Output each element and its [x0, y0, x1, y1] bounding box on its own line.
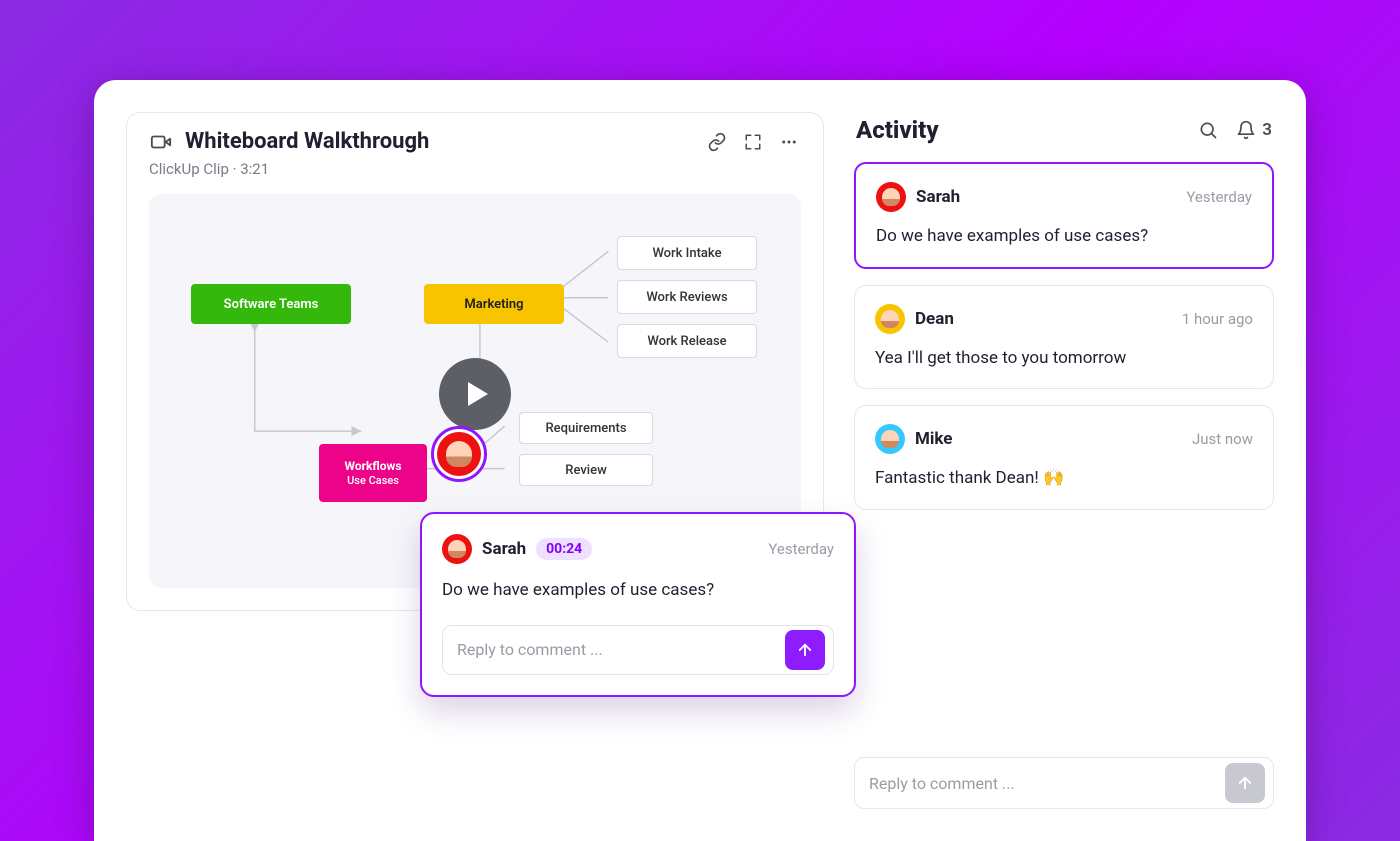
clip-column: Whiteboard Walkthrough ClickUp Clip · 3:…	[126, 112, 824, 809]
activity-item-body: Do we have examples of use cases?	[876, 224, 1252, 249]
comment-popup-header: Sarah 00:24 Yesterday	[442, 534, 834, 564]
activity-item[interactable]: Mike Just now Fantastic thank Dean! 🙌	[854, 405, 1274, 510]
play-button[interactable]	[439, 358, 511, 430]
activity-item-time: Yesterday	[1186, 188, 1252, 206]
activity-item-body: Fantastic thank Dean! 🙌	[875, 466, 1253, 491]
diagram-node-work-release: Work Release	[617, 324, 757, 358]
activity-item-header: Sarah Yesterday	[876, 182, 1252, 212]
expand-icon[interactable]	[741, 130, 765, 154]
avatar	[442, 534, 472, 564]
app-window: Whiteboard Walkthrough ClickUp Clip · 3:…	[94, 80, 1306, 841]
activity-title: Activity	[856, 116, 939, 144]
activity-item-time: 1 hour ago	[1182, 310, 1253, 328]
avatar	[876, 182, 906, 212]
diagram-node-marketing: Marketing	[424, 284, 564, 324]
comment-popup-name: Sarah	[482, 539, 526, 559]
more-icon[interactable]	[777, 130, 801, 154]
activity-item-name: Mike	[915, 429, 952, 449]
timestamp-pill[interactable]: 00:24	[536, 538, 592, 560]
diagram-node-review: Review	[519, 454, 653, 486]
activity-item-time: Just now	[1192, 430, 1253, 448]
activity-item[interactable]: Dean 1 hour ago Yea I'll get those to you …	[854, 285, 1274, 390]
diagram-node-workflows-sub: Use Cases	[347, 474, 399, 488]
comment-popup-time: Yesterday	[768, 540, 834, 558]
diagram-node-work-intake: Work Intake	[617, 236, 757, 270]
activity-item-header: Mike Just now	[875, 424, 1253, 454]
clip-title: Whiteboard Walkthrough	[185, 129, 429, 154]
diagram-node-workflows-title: Workflows	[345, 459, 402, 474]
diagram-node-work-reviews: Work Reviews	[617, 280, 757, 314]
clip-subtitle: ClickUp Clip · 3:21	[149, 160, 801, 178]
avatar	[875, 424, 905, 454]
activity-list: Sarah Yesterday Do we have examples of use…	[854, 162, 1274, 757]
comment-popup-reply-input[interactable]	[457, 640, 785, 659]
clip-title-row: Whiteboard Walkthrough	[149, 129, 801, 154]
search-icon[interactable]	[1196, 118, 1220, 142]
comment-popup: Sarah 00:24 Yesterday Do we have example…	[420, 512, 856, 697]
activity-panel: Activity 3 Sarah Yesterday Do we have exam…	[854, 112, 1274, 809]
send-button[interactable]	[1225, 763, 1265, 803]
send-button[interactable]	[785, 630, 825, 670]
activity-header: Activity 3	[854, 112, 1274, 162]
diagram-node-software-teams: Software Teams	[191, 284, 351, 324]
activity-reply-bar[interactable]	[854, 757, 1274, 809]
diagram-node-workflows: Workflows Use Cases	[319, 444, 427, 502]
link-icon[interactable]	[705, 130, 729, 154]
activity-item-name: Dean	[915, 309, 954, 329]
notifications-count: 3	[1262, 120, 1272, 140]
activity-item-header: Dean 1 hour ago	[875, 304, 1253, 334]
notifications-button[interactable]: 3	[1236, 120, 1272, 140]
comment-popup-body: Do we have examples of use cases?	[442, 578, 834, 603]
avatar	[875, 304, 905, 334]
activity-item-name: Sarah	[916, 187, 960, 207]
comment-popup-reply[interactable]	[442, 625, 834, 675]
activity-reply-input[interactable]	[869, 774, 1225, 793]
marker-avatar[interactable]	[431, 426, 487, 482]
diagram-node-requirements: Requirements	[519, 412, 653, 444]
activity-reply	[854, 757, 1274, 809]
activity-item-body: Yea I'll get those to you tomorrow	[875, 346, 1253, 371]
camera-icon	[149, 130, 173, 154]
activity-item[interactable]: Sarah Yesterday Do we have examples of use…	[854, 162, 1274, 269]
